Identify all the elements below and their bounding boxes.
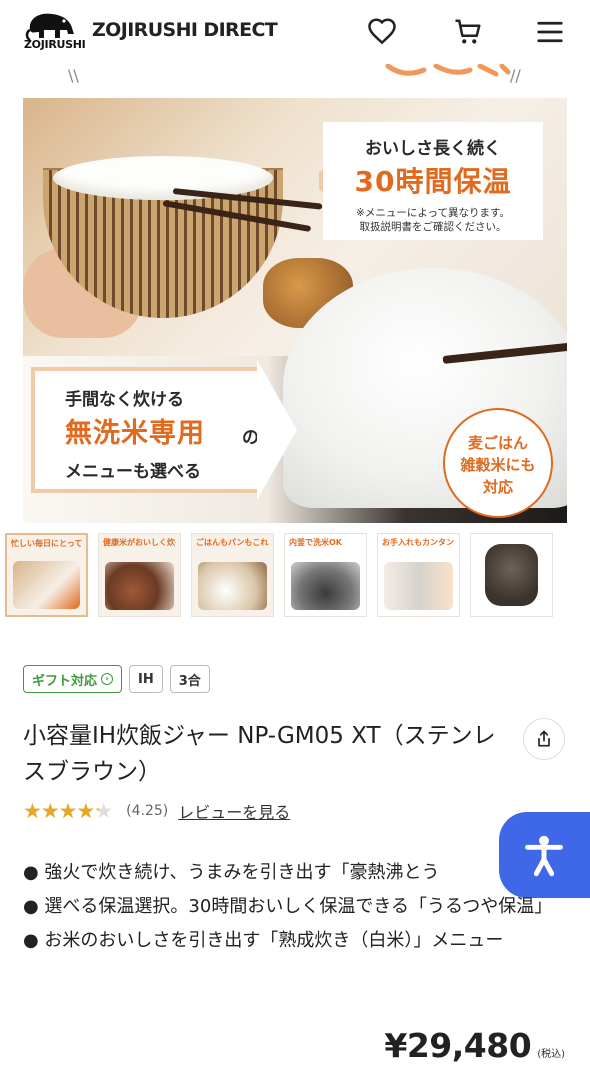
product-tags: ギフト対応 › IH 3合	[23, 665, 210, 693]
feature-list: ● 強火で炊き続け、うまみを引き出す「豪熱沸とう ● 選べる保温選択。30時間お…	[23, 856, 568, 958]
thumbnail-image	[384, 562, 453, 610]
thumbnail-image	[105, 562, 174, 610]
menu-icon[interactable]	[534, 16, 566, 48]
info-icon[interactable]: ›	[101, 673, 114, 685]
product-title: 小容量IH炊飯ジャー NP-GM05 XT（ステンレスブラウン）	[23, 723, 496, 785]
callout-note: ※メニューによって異なります。 取扱説明書をご確認ください。	[323, 206, 543, 234]
cart-icon[interactable]	[452, 16, 484, 48]
thumbnail-1[interactable]: 忙しい毎日にとって便利	[5, 533, 88, 617]
thumbnail-2[interactable]: 健康米がおいしく炊ける	[98, 533, 181, 617]
share-icon	[538, 730, 550, 747]
ih-tag: IH	[129, 665, 163, 693]
thumbnail-image	[13, 561, 80, 609]
decorative-slash: //	[510, 66, 521, 85]
price-value: ¥29,480	[384, 1026, 532, 1065]
thumbnail-4[interactable]: 内釜で洗米OK	[284, 533, 367, 617]
badge-line: 対応	[482, 478, 513, 496]
heart-icon[interactable]	[366, 16, 398, 48]
badge-line: 麦ごはん	[467, 434, 528, 452]
callout-line: メニューも選べる	[65, 462, 201, 482]
star-rating: ★★★★★ ★★★★★	[23, 799, 113, 823]
thumbnail-label: お手入れもカンタン	[382, 538, 454, 547]
gift-tag-label: ギフト対応	[32, 673, 98, 689]
callout-line: おいしさ長く続く	[365, 139, 501, 159]
view-reviews-link[interactable]: レビューを見る	[178, 799, 290, 823]
callout-note-line: ※メニューによって異なります。	[356, 207, 510, 219]
callout-note-line: 取扱説明書をご確認ください。	[359, 221, 507, 233]
callout-suffix: の	[242, 428, 259, 448]
rice-cooker-thumbnail-image	[485, 544, 538, 606]
grain-rice-badge: 麦ごはん 雑穀米にも 対応	[443, 408, 553, 518]
badge-line: 雑穀米にも	[460, 456, 536, 474]
logo-text: ZOJIRUSHI	[24, 38, 86, 51]
thumbnail-strip: 忙しい毎日にとって便利 健康米がおいしく炊ける ごはんもパンもこれ1台 内釜で洗…	[5, 533, 585, 617]
feature-item: ● 強火で炊き続け、うまみを引き出す「豪熱沸とう	[23, 862, 440, 883]
feature-item: ● 選べる保温選択。30時間おいしく保温できる「うるつや保温」	[23, 896, 553, 917]
share-button[interactable]	[523, 718, 565, 760]
thumbnail-6[interactable]	[470, 533, 553, 617]
thumbnail-image	[291, 562, 360, 610]
thumbnail-label: 忙しい毎日にとって便利	[11, 539, 82, 548]
product-hero-image[interactable]: おいしさ長く続く 30時間保温 ※メニューによって異なります。 取扱説明書をご確…	[23, 98, 567, 523]
gift-tag: ギフト対応 ›	[23, 665, 123, 693]
tax-note: (税込)	[537, 1049, 565, 1060]
rating-row: ★★★★★ ★★★★★ (4.25) レビューを見る	[23, 798, 290, 824]
decorative-slash: \\	[68, 66, 79, 85]
callout-line: 手間なく炊ける	[65, 390, 184, 410]
capacity-tag: 3合	[169, 665, 210, 693]
callout-headline: 無洗米専用	[65, 418, 205, 449]
star-rating-fill: ★★★★★	[23, 799, 99, 823]
feature-item: ● お米のおいしさを引き出す「熟成炊き（白米）」メニュー	[23, 930, 504, 951]
thumbnail-5[interactable]: お手入れもカンタン	[377, 533, 460, 617]
thumbnail-3[interactable]: ごはんもパンもこれ1台	[191, 533, 274, 617]
thumbnail-label: 健康米がおいしく炊ける	[103, 538, 176, 547]
banner-heading-fragment	[385, 64, 511, 77]
rating-value: (4.25)	[126, 803, 169, 819]
rice-image	[53, 156, 273, 200]
thumbnail-image	[198, 562, 267, 610]
thumbnail-label: 内釜で洗米OK	[289, 538, 342, 547]
banner-top-slice: \\ //	[0, 64, 590, 94]
callout-headline: 30時間保温	[354, 165, 512, 198]
callout-musenmai: 手間なく炊ける 無洗米専用 の メニューも選べる	[35, 371, 259, 489]
callout-keep-warm: おいしさ長く続く 30時間保温 ※メニューによって異なります。 取扱説明書をご確…	[323, 122, 543, 240]
brand-name[interactable]: ZOJIRUSHI DIRECT	[92, 19, 278, 41]
site-header: ZOJIRUSHI ZOJIRUSHI DIRECT	[0, 0, 590, 64]
thumbnail-label: ごはんもパンもこれ1台	[196, 538, 269, 547]
price-block: ¥29,480 (税込)	[384, 1026, 565, 1065]
